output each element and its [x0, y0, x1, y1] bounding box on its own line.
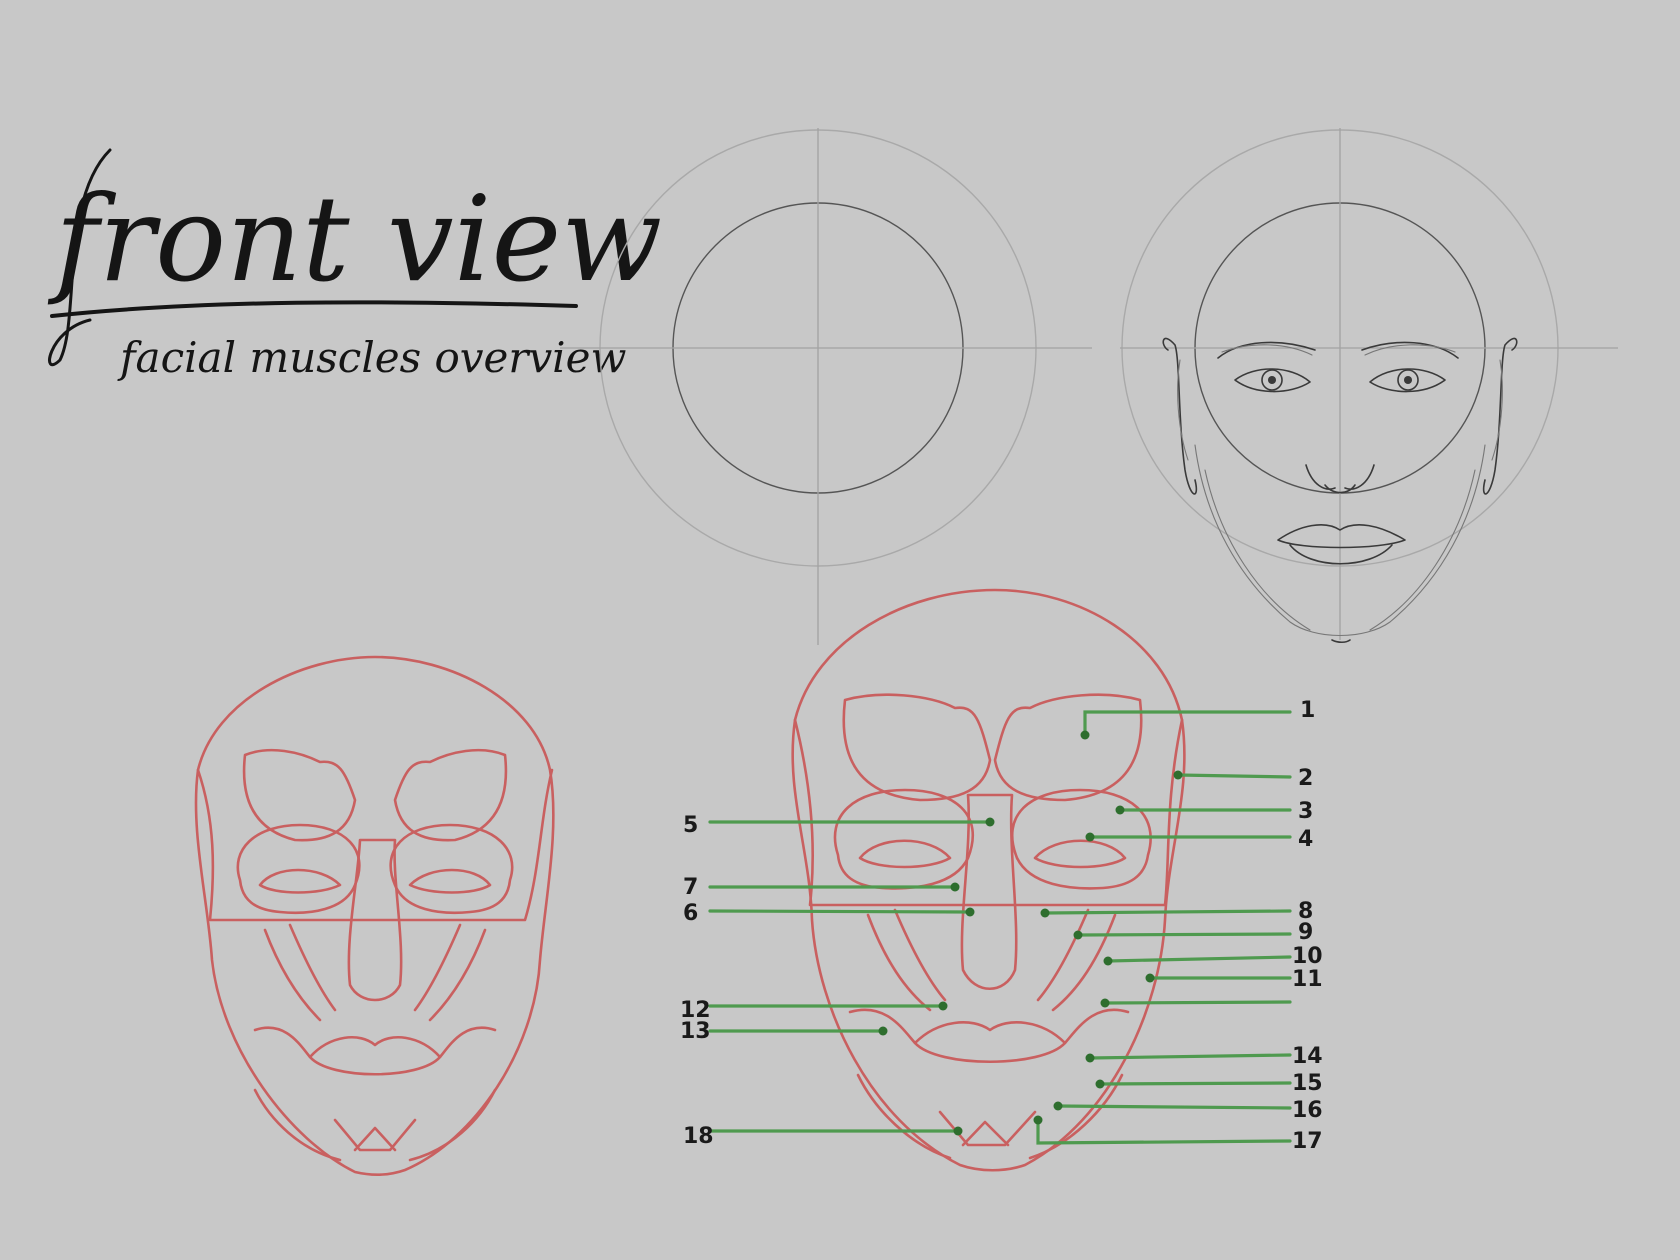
leader-14: [1088, 1053, 1292, 1060]
leader-unlabeled: [1103, 1000, 1292, 1005]
label-17: 17: [1292, 1129, 1323, 1154]
anchor-10: [1103, 956, 1113, 966]
leader-16: [1056, 1104, 1292, 1110]
leader-10: [1106, 955, 1292, 963]
label-18: 18: [683, 1124, 714, 1149]
label-4: 4: [1298, 827, 1313, 852]
anchor-14: [1085, 1053, 1095, 1063]
label-9: 9: [1298, 920, 1313, 945]
anchor-1: [1080, 730, 1090, 740]
label-6: 6: [683, 901, 698, 926]
leader-9: [1076, 932, 1292, 937]
anchor-17: [1033, 1115, 1043, 1125]
anchor-8: [1040, 908, 1050, 918]
construction-guide-right: [1120, 128, 1618, 640]
page-title: front view: [47, 170, 662, 308]
leader-8: [1043, 909, 1292, 915]
label-5: 5: [683, 813, 698, 838]
anchor-15: [1095, 1079, 1105, 1089]
label-10: 10: [1292, 944, 1323, 969]
anchor-5: [985, 817, 995, 827]
anchor-16: [1053, 1101, 1063, 1111]
title-block: front view facial muscles overview: [47, 148, 662, 382]
leader-15: [1098, 1081, 1292, 1086]
label-15: 15: [1292, 1071, 1323, 1096]
anchor-6: [965, 907, 975, 917]
muscle-map-plain: [194, 655, 555, 1177]
anchor-4: [1085, 832, 1095, 842]
label-14: 14: [1292, 1044, 1323, 1069]
canvas: front view facial muscles overview 1 2 3…: [47, 128, 1618, 1177]
label-annotations: 1 2 3 4 5 7 6 8 9 10 11 12 13 14 15 16 1…: [680, 698, 1323, 1154]
label-3: 3: [1298, 799, 1313, 824]
label-11: 11: [1292, 967, 1323, 992]
leader-1: [1083, 710, 1292, 737]
anchor-2: [1173, 770, 1183, 780]
lips: [1277, 524, 1406, 549]
leader-2: [1176, 773, 1292, 779]
anchor-3: [1115, 805, 1125, 815]
anchor-13: [878, 1026, 888, 1036]
label-16: 16: [1292, 1098, 1323, 1123]
label-7: 7: [683, 875, 698, 900]
label-2: 2: [1298, 766, 1313, 791]
anchor-9: [1073, 930, 1083, 940]
anchor-7: [950, 882, 960, 892]
anchor-11: [1145, 973, 1155, 983]
anchor-18: [953, 1126, 963, 1136]
head-outline: [194, 655, 555, 1177]
page-subtitle: facial muscles overview: [117, 333, 626, 382]
anchor-unlabeled: [1100, 998, 1110, 1008]
leader-6: [708, 909, 972, 914]
anchor-12: [938, 1001, 948, 1011]
label-1: 1: [1300, 698, 1315, 723]
label-13: 13: [680, 1019, 711, 1044]
